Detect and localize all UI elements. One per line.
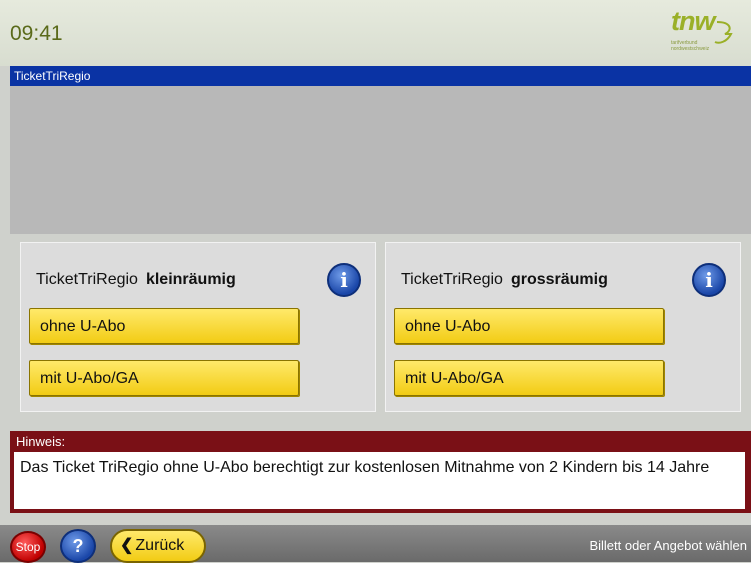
stop-button[interactable]: Stop xyxy=(10,531,46,563)
ohne-u-abo-button[interactable]: ohne U-Abo xyxy=(394,308,664,344)
status-text: Billett oder Angebot wählen xyxy=(589,538,747,553)
mit-u-abo-ga-button[interactable]: mit U-Abo/GA xyxy=(29,360,299,396)
help-button[interactable]: ? xyxy=(60,529,96,563)
back-button[interactable]: ❮ Zurück xyxy=(110,529,206,563)
hint-text: Das Ticket TriRegio ohne U-Abo berechtig… xyxy=(14,452,745,509)
back-label: Zurück xyxy=(135,537,185,554)
logo-subtext: tarifverbund nordwestschweiz xyxy=(671,40,710,52)
panel-product: TicketTriRegio xyxy=(36,271,138,288)
panel-zone: grossräumig xyxy=(510,271,608,288)
mit-u-abo-ga-button[interactable]: mit U-Abo/GA xyxy=(394,360,664,396)
panel-product: TicketTriRegio xyxy=(401,271,503,288)
tnw-logo: tnw tarifverbund nordwestschweiz xyxy=(667,6,741,58)
screen-title-bar: TicketTriRegio xyxy=(10,66,751,86)
ohne-u-abo-button[interactable]: ohne U-Abo xyxy=(29,308,299,344)
panel-title: TicketTriRegio kleinräumig xyxy=(36,271,236,289)
footer-bar: Stop ? ❮ Zurück Billett oder Angebot wähl… xyxy=(0,525,751,563)
panel-title: TicketTriRegio grossräumig xyxy=(401,271,608,289)
info-button-kleinraeumig[interactable]: i xyxy=(327,263,361,297)
info-button-grossraeumig[interactable]: i xyxy=(692,263,726,297)
panel-grossraeumig: TicketTriRegio grossräumig i ohne U-Abo m… xyxy=(385,242,741,412)
panel-zone: kleinräumig xyxy=(145,271,236,288)
header-bar: 09:41 tnw tarifverbund nordwestschweiz xyxy=(0,0,751,66)
empty-content-area xyxy=(10,86,751,234)
panel-kleinraeumig: TicketTriRegio kleinräumig i ohne U-Abo m… xyxy=(20,242,376,412)
clock-time: 09:41 xyxy=(10,22,63,45)
hint-label: Hinweis: xyxy=(16,434,66,449)
screen-title: TicketTriRegio xyxy=(14,69,91,83)
hint-box: Hinweis: Das Ticket TriRegio ohne U-Abo … xyxy=(10,431,751,513)
logo-text: tnw xyxy=(671,6,715,36)
chevron-left-icon: ❮ xyxy=(120,537,134,554)
